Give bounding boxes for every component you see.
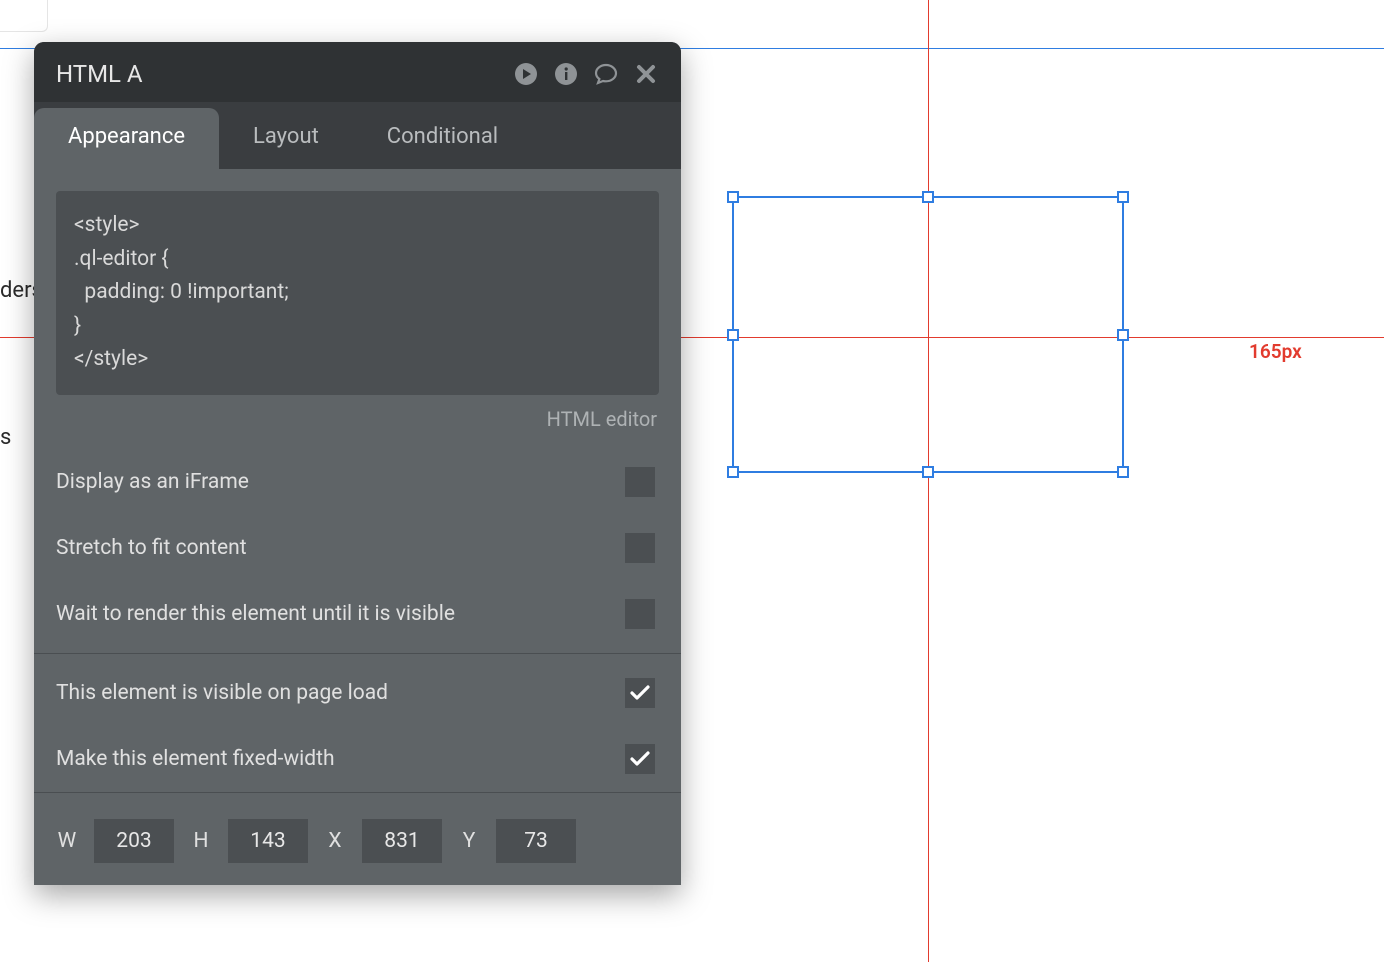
faint-corner-box — [0, 0, 48, 32]
display-iframe-label: Display as an iFrame — [56, 470, 249, 494]
edge-text-2: s — [0, 425, 11, 450]
dimensions-row: W H X Y — [34, 792, 681, 885]
close-icon[interactable] — [633, 61, 659, 87]
stretch-label: Stretch to fit content — [56, 536, 247, 560]
design-canvas[interactable]: 165px ders s HTML A — [0, 0, 1384, 962]
resize-handle-e[interactable] — [1117, 329, 1129, 341]
w-label: W — [56, 829, 78, 853]
stretch-checkbox[interactable] — [625, 533, 655, 563]
resize-handle-nw[interactable] — [727, 191, 739, 203]
panel-header[interactable]: HTML A — [34, 42, 681, 102]
dimension-label: 165px — [1249, 340, 1302, 363]
fixed-width-checkbox[interactable] — [625, 744, 655, 774]
y-label: Y — [458, 829, 480, 853]
resize-handle-s[interactable] — [922, 466, 934, 478]
html-code-box[interactable]: <style> .ql-editor { padding: 0 !importa… — [56, 191, 659, 395]
panel-tabs: Appearance Layout Conditional — [34, 102, 681, 169]
fixed-width-label: Make this element fixed-width — [56, 747, 335, 771]
display-iframe-checkbox[interactable] — [625, 467, 655, 497]
info-icon[interactable] — [553, 61, 579, 87]
resize-handle-se[interactable] — [1117, 466, 1129, 478]
tab-conditional[interactable]: Conditional — [353, 102, 532, 169]
resize-handle-ne[interactable] — [1117, 191, 1129, 203]
x-input[interactable] — [362, 819, 442, 863]
guide-red-v — [928, 0, 929, 962]
selected-element[interactable] — [732, 196, 1124, 473]
resize-handle-sw[interactable] — [727, 466, 739, 478]
html-editor-link[interactable]: HTML editor — [56, 395, 659, 449]
panel-body: <style> .ql-editor { padding: 0 !importa… — [34, 169, 681, 885]
w-input[interactable] — [94, 819, 174, 863]
y-input[interactable] — [496, 819, 576, 863]
comment-icon[interactable] — [593, 61, 619, 87]
resize-handle-n[interactable] — [922, 191, 934, 203]
h-input[interactable] — [228, 819, 308, 863]
visible-on-load-checkbox[interactable] — [625, 678, 655, 708]
panel-divider — [34, 653, 681, 654]
tab-appearance[interactable]: Appearance — [34, 108, 219, 169]
preview-icon[interactable] — [513, 61, 539, 87]
x-label: X — [324, 829, 346, 853]
resize-handle-w[interactable] — [727, 329, 739, 341]
h-label: H — [190, 829, 212, 853]
wait-render-label: Wait to render this element until it is … — [56, 602, 455, 626]
panel-title: HTML A — [56, 60, 143, 88]
visible-on-load-label: This element is visible on page load — [56, 681, 388, 705]
property-panel[interactable]: HTML A Appearance Layout Conditional — [34, 42, 681, 885]
tab-layout[interactable]: Layout — [219, 102, 353, 169]
wait-render-checkbox[interactable] — [625, 599, 655, 629]
